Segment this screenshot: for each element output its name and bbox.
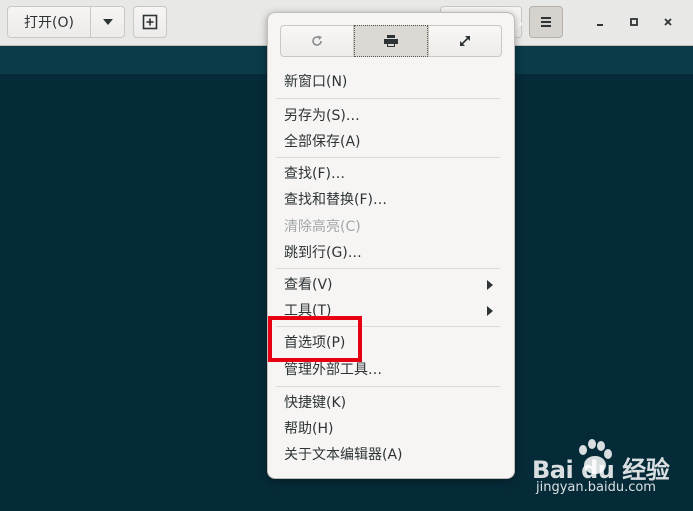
main-menu-popover: 新窗口(N) 另存为(S)… 全部保存(A) 查找(F)… 查找和替换(F)… … bbox=[267, 12, 515, 479]
menu-separator bbox=[276, 157, 500, 158]
menu-item-save-all[interactable]: 全部保存(A) bbox=[284, 130, 361, 154]
menu-item-shortcuts[interactable]: 快捷键(K) bbox=[284, 391, 346, 415]
open-button-label: 打开(O) bbox=[24, 15, 74, 31]
submenu-arrow-icon bbox=[487, 306, 493, 316]
new-document-button[interactable] bbox=[133, 6, 167, 38]
hamburger-icon bbox=[541, 17, 551, 27]
maximize-button[interactable] bbox=[622, 10, 646, 34]
minimize-icon bbox=[597, 24, 603, 26]
open-dropdown-button[interactable] bbox=[90, 6, 125, 38]
menu-item-new-window[interactable]: 新窗口(N) bbox=[284, 70, 347, 94]
reload-icon bbox=[312, 35, 322, 46]
popover-arrow bbox=[515, 17, 523, 31]
fullscreen-button[interactable] bbox=[428, 25, 502, 57]
close-icon bbox=[664, 18, 672, 26]
menu-item-find-replace[interactable]: 查找和替换(F)… bbox=[284, 188, 387, 212]
main-menu-button[interactable] bbox=[529, 6, 563, 38]
menu-separator bbox=[276, 386, 500, 387]
watermark-url: jingyan.baidu.com bbox=[536, 480, 656, 495]
menu-item-go-to-line[interactable]: 跳到行(G)… bbox=[284, 241, 362, 265]
maximize-icon bbox=[630, 18, 638, 26]
menu-item-find[interactable]: 查找(F)… bbox=[284, 162, 345, 186]
reload-button[interactable] bbox=[280, 25, 354, 57]
print-icon bbox=[384, 35, 398, 47]
close-button[interactable] bbox=[656, 10, 680, 34]
menu-item-about[interactable]: 关于文本编辑器(A) bbox=[284, 443, 403, 467]
menu-item-clear-highlight: 清除高亮(C) bbox=[284, 219, 361, 235]
fullscreen-icon bbox=[460, 36, 470, 46]
minimize-button[interactable] bbox=[588, 10, 612, 34]
new-tab-icon bbox=[142, 14, 158, 30]
menu-separator bbox=[276, 268, 500, 269]
submenu-arrow-icon bbox=[487, 280, 493, 290]
chevron-down-icon bbox=[102, 19, 113, 25]
menu-item-view[interactable]: 查看(V) bbox=[284, 273, 333, 297]
highlight-box bbox=[268, 316, 362, 362]
menu-item-save-as[interactable]: 另存为(S)… bbox=[284, 104, 360, 128]
menu-separator bbox=[276, 98, 500, 99]
open-button[interactable]: 打开(O) bbox=[7, 6, 91, 38]
menu-item-help[interactable]: 帮助(H) bbox=[284, 417, 333, 441]
print-button[interactable] bbox=[354, 25, 428, 57]
